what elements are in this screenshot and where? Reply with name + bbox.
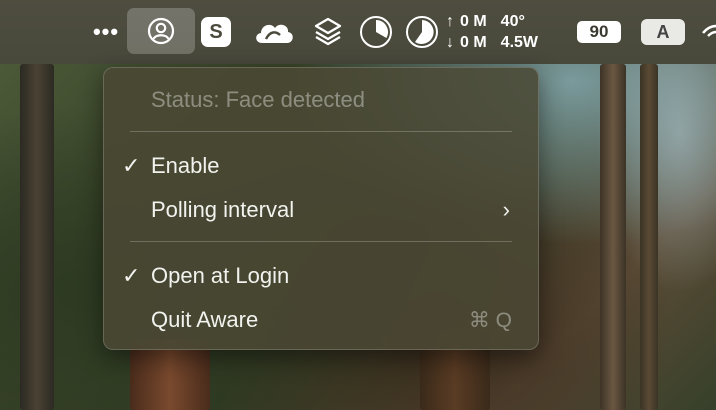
download-value: 0 M — [460, 34, 487, 51]
battery-level: 90 — [577, 21, 621, 43]
tree-trunk — [20, 64, 54, 410]
network-stats[interactable]: ↑ 0 M 40° ↓ 0 M 4.5W — [446, 12, 568, 52]
cloud-icon[interactable] — [250, 12, 298, 52]
s-app-icon[interactable]: S — [200, 12, 232, 52]
checkmark-icon: ✓ — [122, 263, 141, 288]
input-source-indicator[interactable]: A — [638, 12, 688, 52]
menu-separator — [130, 241, 512, 242]
menu-item-polling-interval[interactable]: Polling interval › — [104, 190, 538, 230]
power-value: 4.5W — [500, 34, 539, 51]
temperature-value: 40° — [500, 13, 525, 30]
upload-arrow-icon: ↑ — [446, 13, 454, 30]
menu-separator — [130, 131, 512, 132]
menu-item-open-at-login[interactable]: ✓ Open at Login — [104, 256, 538, 296]
aware-dropdown-menu: Status: Face detected ✓ Enable Polling i… — [103, 67, 539, 350]
person-circle-icon — [147, 17, 175, 45]
tree-trunk — [640, 64, 658, 410]
menu-bar: ••• S ↑ 0 M 40° ↓ 0 M 4.5W 90 A — [0, 0, 716, 64]
upload-value: 0 M — [460, 13, 487, 30]
wifi-icon[interactable] — [702, 12, 716, 52]
aware-menu-extra[interactable] — [127, 8, 195, 54]
layers-icon[interactable] — [308, 12, 348, 52]
battery-indicator[interactable]: 90 — [574, 12, 624, 52]
menu-item-enable[interactable]: ✓ Enable — [104, 146, 538, 186]
keyboard-shortcut: ⌘ Q — [468, 308, 512, 332]
pie-chart-icon[interactable] — [356, 12, 396, 52]
status-item: Status: Face detected — [151, 87, 366, 112]
tree-trunk — [600, 64, 626, 410]
tree-trunk — [130, 340, 210, 410]
download-arrow-icon: ↓ — [446, 34, 454, 51]
ellipsis-icon[interactable]: ••• — [88, 12, 124, 52]
menu-item-quit[interactable]: Quit Aware ⌘ Q — [104, 300, 538, 340]
pie-chart-icon[interactable] — [402, 12, 442, 52]
chevron-right-icon: › — [502, 197, 510, 222]
checkmark-icon: ✓ — [122, 153, 141, 178]
